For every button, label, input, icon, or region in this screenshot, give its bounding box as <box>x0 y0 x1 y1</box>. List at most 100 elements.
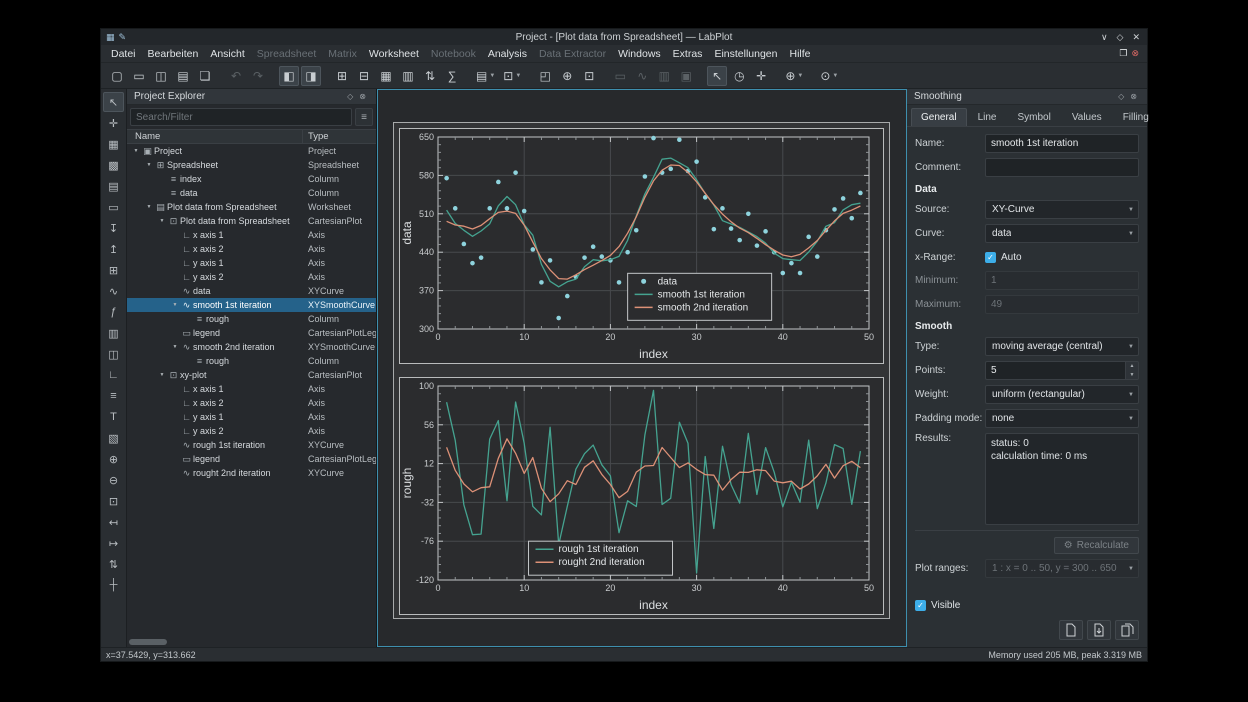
tree-row-x-axis-2[interactable]: ∟x axis 2Axis <box>127 396 376 410</box>
float-explorer-button[interactable]: ◇ <box>344 92 356 101</box>
zoom-fit-tool[interactable]: ⊡ <box>103 491 124 511</box>
print-button[interactable]: ▤ <box>173 66 193 86</box>
remove-column-button[interactable]: ▥ <box>398 66 418 86</box>
tree-row-xy-plot[interactable]: ▼⊡xy-plotCartesianPlot <box>127 368 376 382</box>
menu-datei[interactable]: Datei <box>105 48 142 60</box>
tree-row-y-axis-2[interactable]: ∟y axis 2Axis <box>127 270 376 284</box>
add-axis-tool[interactable]: ∟ <box>103 365 124 385</box>
menu-analysis[interactable]: Analysis <box>482 48 533 60</box>
add-text-button[interactable]: ▣ <box>676 66 696 86</box>
insert-row-button[interactable]: ⊞ <box>332 66 352 86</box>
zoom-mode-button[interactable]: ⊕▼ <box>782 66 806 86</box>
zoom-out-tool[interactable]: ⊖ <box>103 470 124 490</box>
menu-worksheet[interactable]: Worksheet <box>363 48 425 60</box>
tree-row-x-axis-1[interactable]: ∟x axis 1Axis <box>127 382 376 396</box>
add-boxplot-tool[interactable]: ◫ <box>103 344 124 364</box>
points-input[interactable] <box>985 361 1126 380</box>
expander-icon[interactable]: ▼ <box>144 204 154 210</box>
new-matrix-tool[interactable]: ▩ <box>103 155 124 175</box>
column-header-type[interactable]: Type <box>303 130 376 143</box>
crosshair-cursor-button[interactable]: ✛ <box>751 66 771 86</box>
tree-row-rought-2nd-iteration[interactable]: ∿rought 2nd iterationXYCurve <box>127 466 376 480</box>
float-dock-button[interactable]: ◇ <box>1115 92 1127 101</box>
new-worksheet-tool[interactable]: ▤ <box>103 176 124 196</box>
export-tool[interactable]: ↥ <box>103 239 124 259</box>
tab-symbol[interactable]: Symbol <box>1007 108 1060 126</box>
magnification-button[interactable]: ⊙▼ <box>817 66 841 86</box>
plot-canvas[interactable]: 01020304050300370440510580650indexdatada… <box>400 129 883 363</box>
save-document-button[interactable]: ◫ <box>151 66 171 86</box>
add-histogram-tool[interactable]: ▥ <box>103 323 124 343</box>
close-explorer-button[interactable]: ⊗ <box>356 92 369 101</box>
open-document-button[interactable]: ▭ <box>129 66 149 86</box>
worksheet-canvas[interactable]: 01020304050300370440510580650indexdatada… <box>393 122 890 619</box>
expander-icon[interactable]: ▼ <box>170 344 180 350</box>
add-curve-tool[interactable]: ∿ <box>103 281 124 301</box>
points-spinbox[interactable]: ▲▼ <box>985 361 1139 380</box>
load-config-button[interactable] <box>1059 620 1083 640</box>
add-curve-button[interactable]: ∿ <box>632 66 652 86</box>
shift-up-down-tool[interactable]: ⇅ <box>103 554 124 574</box>
shift-right-tool[interactable]: ↦ <box>103 533 124 553</box>
expander-icon[interactable]: ▼ <box>170 302 180 308</box>
tree-row-plot-data-from-spreadsheet[interactable]: ▼▤Plot data from SpreadsheetWorksheet <box>127 200 376 214</box>
minimize-button[interactable]: ∨ <box>1101 32 1108 43</box>
menu-data-extractor[interactable]: Data Extractor <box>533 48 612 60</box>
cursor-line-tool[interactable]: ┼ <box>103 575 124 595</box>
maximize-button[interactable]: ◇ <box>1117 32 1124 43</box>
remove-row-button[interactable]: ▦ <box>376 66 396 86</box>
plot-ranges-combo[interactable]: 1 : x = 0 .. 50, y = 300 .. 650▼ <box>985 559 1139 578</box>
menu-hilfe[interactable]: Hilfe <box>783 48 816 60</box>
toggle-properties-explorer-button[interactable]: ◨ <box>301 66 321 86</box>
tree-row-legend[interactable]: ▭legendCartesianPlotLegend <box>127 452 376 466</box>
crosshair-tool[interactable]: ✛ <box>103 113 124 133</box>
minimum-input[interactable] <box>985 271 1139 290</box>
menu-bearbeiten[interactable]: Bearbeiten <box>142 48 205 60</box>
column-header-name[interactable]: Name <box>127 130 303 143</box>
select-pointer-button[interactable]: ↖ <box>707 66 727 86</box>
menu-spreadsheet[interactable]: Spreadsheet <box>251 48 323 60</box>
plot-data-from-spreadsheet[interactable]: 01020304050300370440510580650indexdatada… <box>399 128 884 364</box>
time-cursor-button[interactable]: ◷ <box>729 66 749 86</box>
search-input[interactable] <box>130 108 352 126</box>
pointer-tool[interactable]: ↖ <box>103 92 124 112</box>
weight-combo[interactable]: uniform (rectangular)▼ <box>985 385 1139 404</box>
zoom-in-view-button[interactable]: ⊕ <box>557 66 577 86</box>
export-document-button[interactable]: ❏ <box>195 66 215 86</box>
horizontal-scrollbar[interactable] <box>127 637 376 647</box>
type-combo[interactable]: moving average (central)▼ <box>985 337 1139 356</box>
close-dock-button[interactable]: ⊗ <box>1127 92 1140 101</box>
expander-icon[interactable]: ▼ <box>157 218 167 224</box>
project-explorer-titlebar[interactable]: Project Explorer ◇⊗ <box>127 89 376 105</box>
tree-row-y-axis-1[interactable]: ∟y axis 1Axis <box>127 410 376 424</box>
spin-up-icon[interactable]: ▲ <box>1126 362 1138 371</box>
tree-row-smooth-2nd-iteration[interactable]: ▼∿smooth 2nd iterationXYSmoothCurve <box>127 340 376 354</box>
new-document-button[interactable]: ▢ <box>107 66 127 86</box>
source-combo[interactable]: XY-Curve▼ <box>985 200 1139 219</box>
worksheet-subwindow[interactable]: 01020304050300370440510580650indexdatada… <box>377 89 907 647</box>
menu-ansicht[interactable]: Ansicht <box>204 48 250 60</box>
comment-input[interactable] <box>985 158 1139 177</box>
xy-plot[interactable]: 01020304050-120-76-321256100indexroughro… <box>399 377 884 615</box>
zoom-in-tool[interactable]: ⊕ <box>103 449 124 469</box>
visible-checkbox[interactable]: ✓ <box>915 600 926 611</box>
add-text-tool[interactable]: T <box>103 407 124 427</box>
save-config-button[interactable] <box>1087 620 1111 640</box>
expander-icon[interactable]: ▼ <box>131 148 141 154</box>
curve-combo[interactable]: data▼ <box>985 224 1139 243</box>
tab-general[interactable]: General <box>911 108 967 126</box>
tree-row-plot-data-from-spreadsheet[interactable]: ▼⊡Plot data from SpreadsheetCartesianPlo… <box>127 214 376 228</box>
tab-line[interactable]: Line <box>968 108 1007 126</box>
tree-row-spreadsheet[interactable]: ▼⊞SpreadsheetSpreadsheet <box>127 158 376 172</box>
name-input[interactable] <box>985 134 1139 153</box>
expander-icon[interactable]: ▼ <box>144 162 154 168</box>
expander-icon[interactable]: ▼ <box>157 372 167 378</box>
select-region-button[interactable]: ◰ <box>535 66 555 86</box>
shift-left-tool[interactable]: ↤ <box>103 512 124 532</box>
tree-row-project[interactable]: ▼▣ProjectProject <box>127 144 376 158</box>
tree-header[interactable]: Name Type <box>127 129 376 144</box>
restore-subwindow-button[interactable]: ❐ <box>1119 48 1127 59</box>
tree-row-data[interactable]: ≡dataColumn <box>127 186 376 200</box>
titlebar[interactable]: ▦✎ Project - [Plot data from Spreadsheet… <box>101 29 1147 45</box>
spin-buttons[interactable]: ▲▼ <box>1126 361 1139 380</box>
